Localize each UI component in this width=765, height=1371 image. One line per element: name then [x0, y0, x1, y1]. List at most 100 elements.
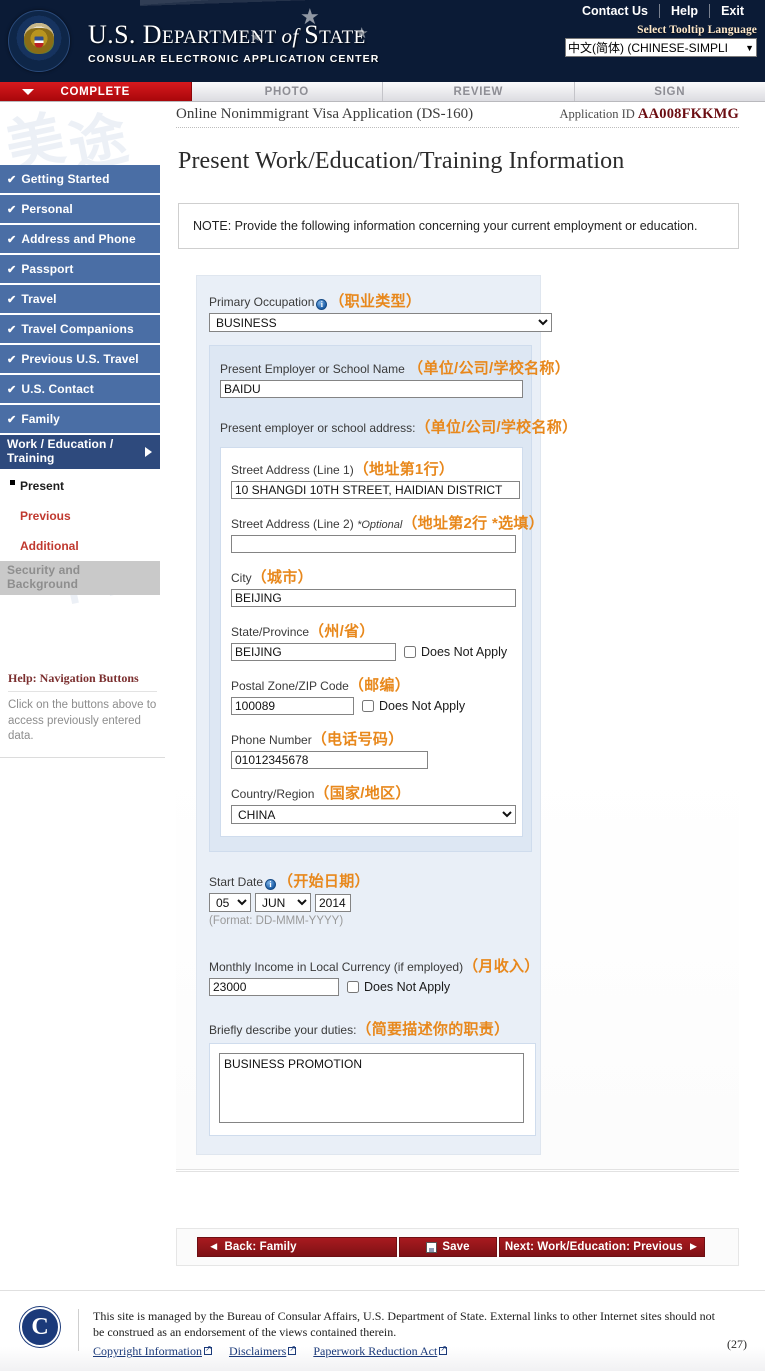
check-icon: ✔: [7, 173, 17, 186]
state-does-not-apply[interactable]: Does Not Apply: [404, 645, 507, 659]
country-select[interactable]: CHINA: [231, 805, 516, 825]
street1-label-zh: （地址第1行）: [353, 461, 455, 479]
main-content: Present Work/Education/Training Informat…: [176, 130, 739, 1173]
country-label-zh: （国家/地区）: [314, 785, 411, 803]
sidebar-item-getting-started[interactable]: ✔ Getting Started: [0, 165, 160, 193]
help-title: Help: Navigation Buttons: [8, 671, 157, 692]
check-icon: ✔: [7, 413, 17, 426]
external-link-icon: [439, 1344, 448, 1356]
external-link-icon: [203, 1344, 212, 1356]
field-postal: Postal Zone/ZIP Code（邮编） Does Not Apply: [231, 674, 512, 716]
paperwork-reduction-act-link[interactable]: Paperwork Reduction Act: [313, 1344, 448, 1358]
employer-address-heading: Present employer or school address:（单位/公…: [220, 416, 577, 437]
start-date-format-hint: (Format: DD-MMM-YYYY): [209, 915, 344, 928]
sidebar-item-travel[interactable]: ✔ Travel: [0, 285, 160, 313]
sidebar-item-label: Travel: [21, 292, 57, 306]
street2-label: Street Address (Line 2) *Optional（地址第2行 …: [231, 512, 544, 533]
agency-subtitle: CONSULAR ELECTRONIC APPLICATION CENTER: [88, 53, 380, 65]
tab-photo[interactable]: PHOTO: [191, 82, 383, 101]
field-start-date: Start Datei（开始日期） 05 JUN (Format: DD-MMM…: [209, 870, 528, 927]
sidebar-item-address-and-phone[interactable]: ✔ Address and Phone: [0, 225, 160, 253]
back-button-label: Back: Family: [224, 1241, 297, 1253]
employer-name-input[interactable]: [220, 380, 523, 399]
check-icon: ✔: [7, 323, 17, 336]
help-link[interactable]: Help: [658, 3, 709, 18]
check-icon: ✔: [7, 233, 17, 246]
sidebar-item-personal[interactable]: ✔ Personal: [0, 195, 160, 223]
copyright-information-label: Copyright Information: [93, 1344, 202, 1359]
sidebar-subitem-previous[interactable]: Previous: [0, 501, 160, 531]
start-date-label-text: Start Date: [209, 875, 264, 890]
help-panel: Help: Navigation Buttons Click on the bu…: [0, 665, 165, 758]
sidebar-item-label: Previous U.S. Travel: [21, 352, 139, 366]
start-date-year-input[interactable]: [315, 893, 351, 912]
application-strip: Online Nonimmigrant Visa Application (DS…: [176, 102, 739, 128]
sidebar-item-label: U.S. Contact: [21, 382, 94, 396]
start-date-label-zh: （开始日期）: [278, 873, 370, 891]
street1-label-text: Street Address (Line 1): [231, 463, 354, 478]
country-label-text: Country/Region: [231, 787, 315, 802]
tab-sign[interactable]: SIGN: [574, 82, 765, 101]
agency-title-part: EPARTMENT: [161, 27, 282, 48]
state-input[interactable]: [231, 643, 396, 662]
info-icon[interactable]: i: [265, 879, 277, 891]
save-disk-icon: [426, 1241, 438, 1253]
start-date-month-select[interactable]: JUN: [255, 893, 311, 913]
street2-input[interactable]: [231, 535, 516, 554]
sidebar-item-label: Family: [21, 412, 60, 426]
tab-complete[interactable]: COMPLETE: [0, 82, 192, 101]
duties-textarea[interactable]: BUSINESS PROMOTION: [219, 1053, 524, 1124]
street1-input[interactable]: [231, 481, 520, 500]
postal-label-text: Postal Zone/ZIP Code: [231, 679, 349, 694]
phone-input[interactable]: [231, 751, 428, 770]
disclaimers-link[interactable]: Disclaimers: [229, 1344, 297, 1358]
monthly-income-input[interactable]: [209, 978, 339, 997]
agency-title-part: of: [281, 24, 305, 48]
field-street1: Street Address (Line 1)（地址第1行）: [231, 458, 520, 500]
next-button[interactable]: Next: Work/Education: Previous ►: [499, 1237, 705, 1257]
postal-input[interactable]: [231, 697, 354, 716]
application-id: Application ID AA008FKKMG: [559, 106, 739, 123]
postal-does-not-apply[interactable]: Does Not Apply: [362, 699, 465, 713]
tab-review[interactable]: REVIEW: [383, 82, 575, 101]
monthly-income-label: Monthly Income in Local Currency (if emp…: [209, 955, 539, 976]
footer-text-block: This site is managed by the Bureau of Co…: [93, 1308, 723, 1360]
sidebar-item-previous-us-travel[interactable]: ✔ Previous U.S. Travel: [0, 345, 160, 373]
start-date-day-select[interactable]: 05: [209, 893, 251, 913]
city-input[interactable]: [231, 589, 516, 608]
department-of-state-seal: [8, 10, 70, 72]
income-does-not-apply[interactable]: Does Not Apply: [347, 980, 450, 994]
postal-does-not-apply-label: Does Not Apply: [379, 699, 466, 714]
field-city: City（城市）: [231, 566, 516, 608]
info-icon[interactable]: i: [316, 299, 328, 311]
street2-label-text: Street Address (Line 2): [231, 517, 358, 532]
state-does-not-apply-checkbox[interactable]: [404, 646, 416, 659]
back-button[interactable]: ◄ Back: Family: [197, 1237, 397, 1257]
postal-does-not-apply-checkbox[interactable]: [362, 700, 374, 713]
chevron-right-icon: [145, 447, 152, 457]
sidebar-item-passport[interactable]: ✔ Passport: [0, 255, 160, 283]
save-button[interactable]: Save: [399, 1237, 497, 1257]
income-does-not-apply-checkbox[interactable]: [347, 981, 359, 994]
exit-link[interactable]: Exit: [709, 3, 755, 18]
primary-occupation-select[interactable]: BUSINESS: [209, 313, 552, 333]
employer-name-label: Present Employer or School Name （单位/公司/学…: [220, 357, 570, 378]
sidebar-item-travel-companions[interactable]: ✔ Travel Companions: [0, 315, 160, 343]
sidebar-subitem-present[interactable]: Present: [0, 471, 160, 501]
external-link-icon: [288, 1344, 297, 1356]
sidebar-item-family[interactable]: ✔ Family: [0, 405, 160, 433]
agency-title-part: S: [304, 20, 320, 49]
city-label-zh: （城市）: [251, 569, 313, 587]
tab-photo-label: PHOTO: [264, 85, 309, 98]
contact-us-link[interactable]: Contact Us: [571, 4, 659, 18]
field-duties: Briefly describe your duties:（简要描述你的职责） …: [209, 1018, 536, 1137]
copyright-information-link[interactable]: Copyright Information: [93, 1344, 212, 1358]
application-id-label: Application ID: [559, 107, 635, 121]
city-label-text: City: [231, 571, 252, 586]
footer-links: Copyright Information Disclaimers Paperw…: [93, 1343, 723, 1359]
sidebar-subitem-additional[interactable]: Additional: [0, 531, 160, 561]
sidebar-item-us-contact[interactable]: ✔ U.S. Contact: [0, 375, 160, 403]
sidebar-item-work-education-training[interactable]: Work / Education / Training: [0, 435, 160, 469]
tooltip-language-select[interactable]: 中文(简体) (CHINESE-SIMPLI ▼: [565, 38, 757, 57]
sidebar-item-label: Address and Phone: [21, 232, 136, 246]
